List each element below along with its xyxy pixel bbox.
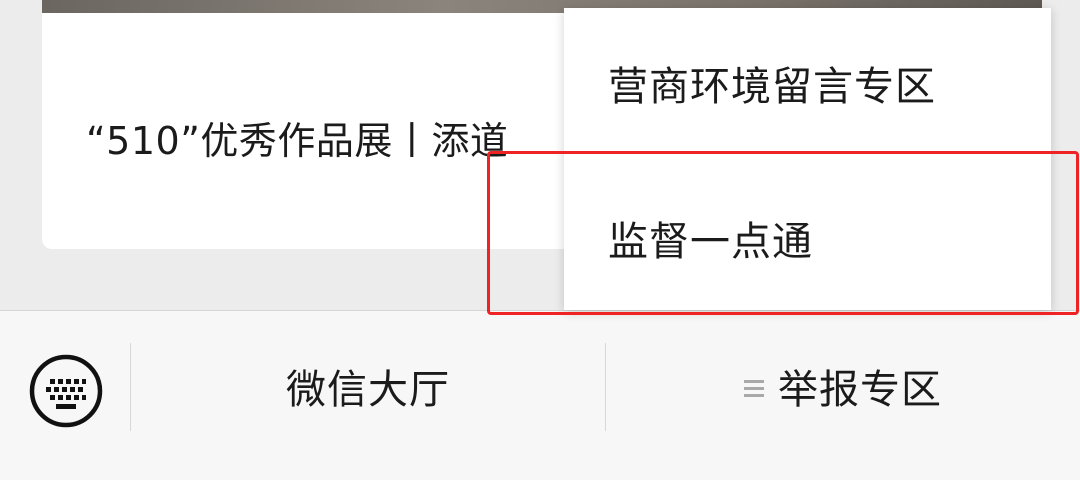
menu-item-label: 监督一点通	[608, 219, 813, 265]
tab-label: 举报专区	[778, 367, 942, 413]
tab-label: 微信大厅	[286, 367, 450, 413]
menu-item-supervision[interactable]: 监督一点通	[564, 163, 1051, 313]
popup-menu: 营商环境留言专区 监督一点通	[564, 8, 1051, 310]
keyboard-icon	[29, 354, 103, 428]
menu-item-business-environment[interactable]: 营商环境留言专区	[564, 8, 1051, 158]
menu-lines-icon	[744, 378, 764, 398]
screen: “510”优秀作品展丨添道 营商环境留言专区 监督一点通 微信大厅 举报专区	[0, 0, 1080, 480]
tab-report-zone[interactable]: 举报专区	[606, 341, 1080, 431]
article-title: “510”优秀作品展丨添道	[86, 119, 509, 163]
menu-item-label: 营商环境留言专区	[608, 64, 936, 110]
tab-wechat-hall[interactable]: 微信大厅	[131, 341, 605, 431]
bottom-menu-bar: 微信大厅 举报专区	[0, 310, 1080, 480]
keyboard-toggle-button[interactable]	[28, 353, 104, 429]
